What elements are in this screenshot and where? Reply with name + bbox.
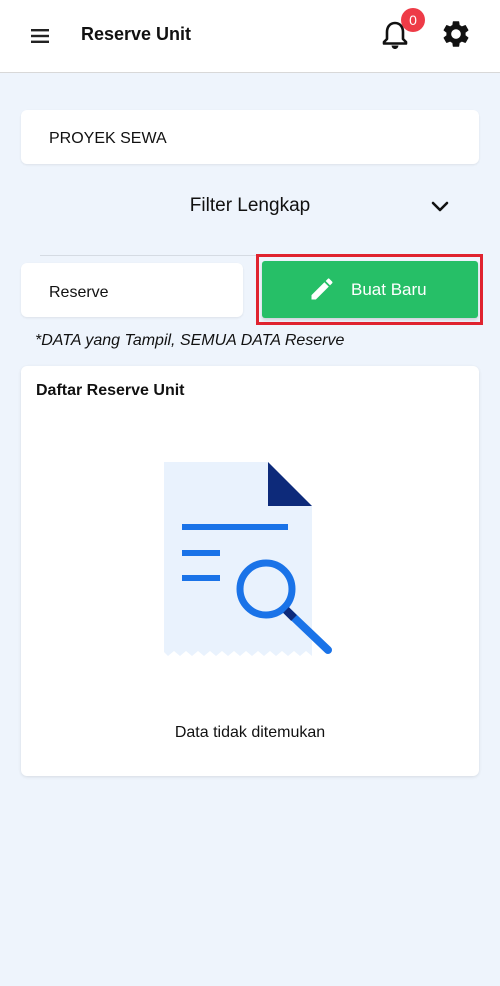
filter-label: Filter Lengkap bbox=[189, 195, 311, 216]
app-bar: Reserve Unit 0 bbox=[0, 0, 500, 73]
data-scope-note: *DATA yang Tampil, SEMUA DATA Reserve bbox=[35, 332, 345, 349]
notification-badge: 0 bbox=[401, 8, 425, 32]
create-new-button-label: Buat Baru bbox=[351, 280, 427, 299]
create-new-button[interactable]: Buat Baru bbox=[262, 261, 478, 318]
page-title: Reserve Unit bbox=[81, 24, 192, 44]
list-title: Daftar Reserve Unit bbox=[36, 382, 185, 399]
pencil-icon bbox=[308, 275, 336, 303]
project-select-value: PROYEK SEWA bbox=[49, 130, 167, 147]
reserve-list-card: Daftar Reserve Unit Data tidak ditemukan bbox=[21, 366, 479, 776]
project-select[interactable]: PROYEK SEWA bbox=[21, 110, 479, 164]
filter-toggle[interactable]: Filter Lengkap bbox=[40, 180, 460, 256]
chevron-down-icon bbox=[428, 194, 452, 218]
reserve-type-value: Reserve bbox=[49, 284, 109, 301]
reserve-type-select[interactable]: Reserve bbox=[21, 263, 243, 317]
empty-state-message: Data tidak ditemukan bbox=[174, 724, 326, 741]
empty-document-search-icon bbox=[160, 460, 340, 670]
gear-icon[interactable] bbox=[440, 18, 472, 50]
menu-icon[interactable] bbox=[26, 22, 54, 50]
